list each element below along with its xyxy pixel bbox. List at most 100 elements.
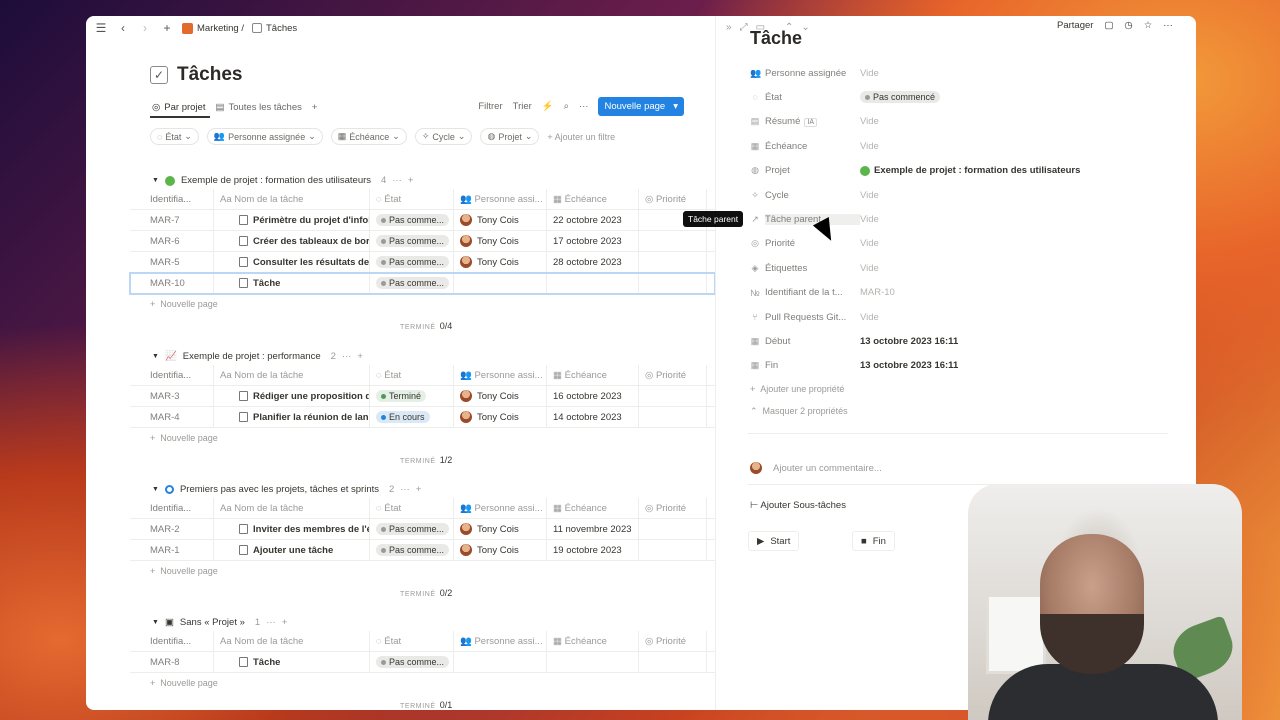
cell-priority[interactable]	[639, 540, 707, 560]
cell-due[interactable]: 17 octobre 2023	[547, 231, 639, 251]
property-row[interactable]: ◌ État Pas commencé	[750, 87, 1170, 107]
table-row[interactable]: MAR-8 Tâche Pas comme...	[130, 652, 715, 673]
property-value[interactable]: Vide	[860, 141, 879, 152]
col-id[interactable]: Identifia...	[130, 189, 214, 209]
cell-person[interactable]	[454, 273, 547, 293]
task-name[interactable]: Consulter les résultats de la	[253, 257, 369, 268]
col-priority[interactable]: ◎ Priorité	[639, 365, 707, 385]
table-row[interactable]: MAR-7 Périmètre du projet d'infobu Pas com…	[130, 210, 715, 231]
property-label[interactable]: Tâche parent	[765, 213, 860, 225]
cell-name[interactable]: Rédiger une proposition de	[214, 386, 370, 406]
cell-name[interactable]: Consulter les résultats de la	[214, 252, 370, 272]
star-icon[interactable]: ☆	[1144, 20, 1153, 31]
chevron-down-icon[interactable]: ▾	[673, 101, 678, 112]
col-name[interactable]: Aa Nom de la tâche	[214, 631, 370, 651]
add-icon[interactable]: +	[357, 351, 363, 362]
col-person[interactable]: 👥 Personne assi...	[454, 498, 547, 518]
property-row[interactable]: ◍ Projet Exemple de projet : formation des…	[750, 161, 1170, 181]
more-icon[interactable]: ···	[579, 101, 589, 112]
cell-name[interactable]: Planifier la réunion de lance	[214, 407, 370, 427]
filter-chip-etat[interactable]: ◌ État ⌄	[150, 128, 199, 145]
status-badge[interactable]: Terminé	[376, 390, 427, 402]
cell-due[interactable]: 11 novembre 2023	[547, 519, 639, 539]
col-person[interactable]: 👥 Personne assi...	[454, 365, 547, 385]
status-badge[interactable]: Pas commencé	[860, 91, 941, 104]
col-due[interactable]: ▦ Échéance	[547, 189, 639, 209]
task-name[interactable]: Rédiger une proposition de	[253, 391, 369, 402]
col-id[interactable]: Identifia...	[130, 365, 214, 385]
property-label[interactable]: Début	[765, 336, 860, 347]
add-icon[interactable]: +	[408, 175, 414, 186]
cell-state[interactable]: Pas comme...	[370, 273, 454, 293]
tab-par-projet[interactable]: ◎ Par projet	[152, 102, 205, 113]
property-row[interactable]: ▦ Fin 13 octobre 2023 16:11	[750, 356, 1170, 376]
cell-person[interactable]: Tony Cois	[454, 386, 547, 406]
cell-person[interactable]	[454, 652, 547, 672]
cell-state[interactable]: Pas comme...	[370, 210, 454, 230]
property-label[interactable]: Résumé IA	[765, 116, 860, 128]
chevron-down-icon[interactable]: ⌄	[801, 22, 809, 33]
more-icon[interactable]: ···	[342, 351, 352, 362]
share-button[interactable]: Partager	[1057, 20, 1093, 31]
lightning-icon[interactable]: ⚡	[542, 101, 554, 112]
task-name[interactable]: Tâche	[253, 657, 280, 668]
new-row-button[interactable]: + Nouvelle page	[150, 678, 218, 688]
property-row[interactable]: ▦ Échéance Vide	[750, 136, 1170, 156]
property-value[interactable]: 13 octobre 2023 16:11	[860, 336, 958, 347]
table-row[interactable]: MAR-3 Rédiger une proposition de Terminé To…	[130, 386, 715, 407]
property-value[interactable]: Vide	[860, 238, 879, 249]
filter-chip-cycle[interactable]: ✧ Cycle ⌄	[414, 128, 473, 145]
property-value[interactable]: Vide	[860, 312, 879, 323]
add-icon[interactable]: +	[416, 484, 422, 495]
cell-name[interactable]: Tâche	[214, 273, 370, 293]
filter-chip-personne[interactable]: 👥 Personne assignée ⌄	[206, 128, 323, 145]
cell-state[interactable]: Pas comme...	[370, 519, 454, 539]
cell-priority[interactable]	[639, 407, 707, 427]
cell-state[interactable]: Pas comme...	[370, 252, 454, 272]
property-value[interactable]: Vide	[860, 116, 879, 127]
tab-toutes-les-taches[interactable]: ▤ Toutes les tâches	[215, 102, 301, 113]
table-row[interactable]: MAR-10 Tâche Pas comme...	[129, 272, 715, 295]
add-view-icon[interactable]: +	[312, 102, 318, 113]
task-name[interactable]: Tâche	[253, 278, 280, 289]
add-subtasks-button[interactable]: ⊢ Ajouter Sous-tâches	[750, 500, 846, 511]
property-label[interactable]: Personne assignée	[765, 68, 860, 79]
cell-due[interactable]: 14 octobre 2023	[547, 407, 639, 427]
property-label[interactable]: Cycle	[765, 190, 860, 201]
group-summary[interactable]: TERMINÉ 0/2	[400, 588, 452, 598]
status-badge[interactable]: Pas comme...	[376, 256, 450, 268]
cell-due[interactable]: 22 octobre 2023	[547, 210, 639, 230]
table-row[interactable]: MAR-6 Créer des tableaux de bord Pas comme…	[130, 231, 715, 252]
group-header[interactable]: ▼ ▣ Sans « Projet » 1 ··· +	[152, 617, 287, 628]
add-icon[interactable]: +	[160, 21, 174, 35]
cell-state[interactable]: Terminé	[370, 386, 454, 406]
property-label[interactable]: Échéance	[765, 141, 860, 152]
property-label[interactable]: Identifiant de la t...	[765, 287, 860, 298]
group-summary[interactable]: TERMINÉ 0/4	[400, 321, 452, 331]
property-row[interactable]: ▤ Résumé IA Vide	[750, 112, 1170, 132]
back-icon[interactable]: ‹	[116, 21, 130, 35]
filter-chip-echeance[interactable]: ▦ Échéance ⌄	[330, 128, 407, 145]
property-label[interactable]: État	[765, 92, 860, 103]
property-row[interactable]: № Identifiant de la t... MAR-10	[750, 283, 1170, 303]
property-label[interactable]: Pull Requests Git...	[765, 312, 860, 323]
col-id[interactable]: Identifia...	[130, 631, 214, 651]
breadcrumb-marketing[interactable]: Marketing /	[197, 23, 244, 34]
cell-priority[interactable]	[639, 231, 707, 251]
start-button[interactable]: ▶ Start	[748, 531, 800, 551]
forward-icon[interactable]: ›	[138, 21, 152, 35]
clock-icon[interactable]: ◷	[1124, 20, 1132, 31]
cell-priority[interactable]	[639, 519, 707, 539]
property-label[interactable]: Étiquettes	[765, 263, 860, 274]
filter-button[interactable]: Filtrer	[478, 101, 502, 112]
new-row-button[interactable]: + Nouvelle page	[150, 299, 218, 309]
table-row[interactable]: MAR-1 Ajouter une tâche Pas comme... Tony C…	[130, 540, 715, 561]
property-value[interactable]: Vide	[860, 263, 879, 274]
table-row[interactable]: MAR-4 Planifier la réunion de lance En cou…	[130, 407, 715, 428]
cell-priority[interactable]	[639, 386, 707, 406]
col-state[interactable]: ◌ État	[370, 189, 454, 209]
cell-person[interactable]: Tony Cois	[454, 210, 547, 230]
col-due[interactable]: ▦ Échéance	[547, 498, 639, 518]
filter-chip-projet[interactable]: ◍ Projet ⌄	[480, 128, 540, 145]
close-panel-icon[interactable]: »	[726, 22, 732, 33]
